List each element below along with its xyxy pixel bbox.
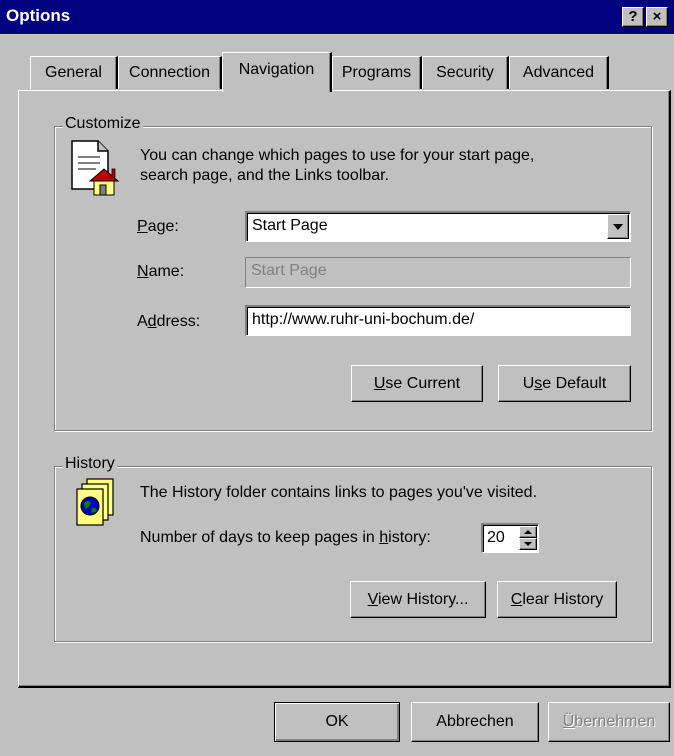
history-folder-globe-icon [73,477,119,529]
title-bar: Options ? × [0,0,674,34]
customize-description-line2: search page, and the Links toolbar. [140,167,390,184]
tab-navigation[interactable]: Navigation [222,52,332,92]
tab-connection[interactable]: Connection [118,56,222,89]
tab-page-navigation: Customize You can change which pages to … [18,90,671,688]
apply-button[interactable]: Übernehmen [548,702,670,742]
address-label: Address: [137,313,201,330]
history-days-label: Number of days to keep pages in history: [140,529,431,546]
name-label: Name: [137,263,185,280]
history-legend: History [63,455,117,473]
customize-description-line1: You can change which pages to use for yo… [140,147,535,164]
ok-button[interactable]: OK [274,702,400,742]
arrow-up-icon [524,530,532,534]
document-home-icon [68,139,120,197]
page-select-value: Start Page [252,217,328,234]
history-days-value: 20 [487,529,505,546]
address-field[interactable]: http://www.ruhr-uni-bochum.de/ [245,305,631,336]
help-button[interactable]: ? [622,7,644,27]
window-title: Options [6,6,71,25]
cancel-button[interactable]: Abbrechen [411,702,539,742]
tab-advanced[interactable]: Advanced [509,56,609,89]
tab-security[interactable]: Security [422,56,509,89]
chevron-down-icon [613,224,623,230]
name-field: Start Page [245,257,631,288]
spinner-down-button[interactable] [519,538,537,550]
history-days-spinner[interactable]: 20 [481,523,539,553]
use-current-button[interactable]: Use Current [351,365,483,402]
history-description: The History folder contains links to pag… [140,484,538,501]
view-history-button[interactable]: View History... [350,581,486,618]
close-button[interactable]: × [646,7,668,27]
page-label: Page: [137,218,179,235]
customize-legend: Customize [63,115,143,133]
clear-history-button[interactable]: Clear History [497,581,617,618]
arrow-down-icon [524,542,532,546]
page-select[interactable]: Start Page [245,211,631,242]
use-default-button[interactable]: Use Default [498,365,631,402]
spinner-up-button[interactable] [519,526,537,538]
tab-programs[interactable]: Programs [332,56,422,89]
page-dropdown-button[interactable] [607,214,629,239]
tab-general[interactable]: General [30,56,118,89]
